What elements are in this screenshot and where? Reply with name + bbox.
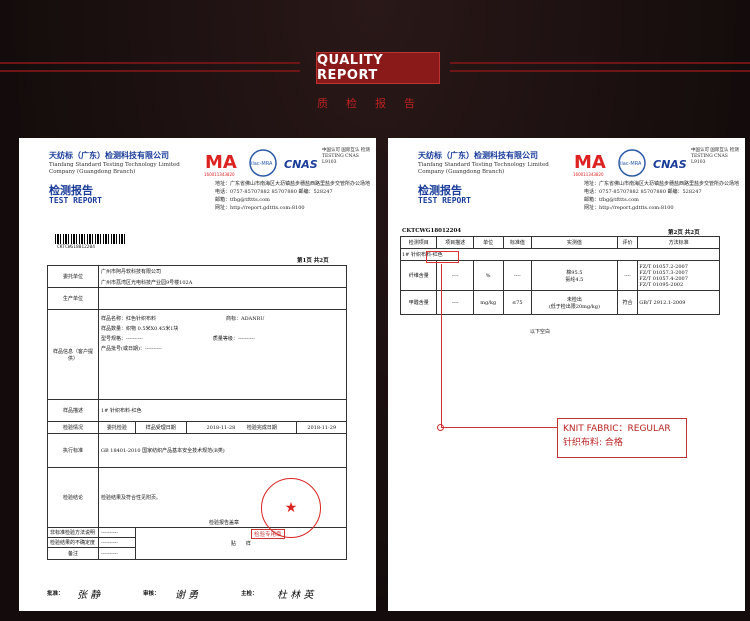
cma-logo: MA 160011343820: [204, 152, 237, 177]
report-number: CKTCWG18012204: [402, 228, 462, 234]
ilac-mra-logo: ilac-MRA: [618, 149, 646, 177]
contact-info: 地址：广东省佛山市南海区大沥镇盐步穗盐西路里盐步交管所办公场地 电话：0757-…: [215, 181, 371, 211]
stamp-label: 检验专用章: [251, 529, 285, 539]
accreditation-text: 中国认可 国际互认 检测 TESTING CNAS L9103: [691, 148, 739, 165]
cnas-logo-text: CNAS: [653, 158, 687, 171]
end-of-data: 以下空白: [530, 329, 551, 335]
header-line: [0, 62, 300, 64]
test-report-page-1: 天纺标（广东）检测科技有限公司 Tianfang Standard Testin…: [19, 138, 376, 611]
callout-line-2: 针织布料: 合格: [563, 438, 623, 448]
highlight-box: [426, 251, 459, 263]
accreditation-text: 中国认可 国际互认 检测 TESTING CNAS L9103: [322, 148, 370, 165]
header-line: [450, 70, 750, 72]
quality-report-banner: QUALITY REPORT: [316, 52, 440, 84]
cma-logo-text: MA: [574, 152, 606, 173]
review-label: 审核：: [143, 591, 160, 597]
company-name-cn: 天纺标（广东）检测科技有限公司: [418, 150, 538, 160]
cnas-logo: CNAS: [284, 158, 318, 171]
col-method: 方法标准: [637, 236, 720, 249]
report-title-en: TEST REPORT: [418, 196, 471, 205]
cnas-logo: CNAS: [653, 158, 687, 171]
barcode: [55, 234, 127, 244]
col-std: 标准值: [502, 236, 533, 249]
report-title-en: TEST REPORT: [49, 196, 102, 205]
ilac-logo-text: ilac-MRA: [620, 161, 642, 167]
col-unit: 单位: [472, 236, 504, 249]
table-row: 纤维含量 ---- % ---- 棉95.5 氨纶4.5 ---- FZ/T 01…: [399, 260, 720, 291]
page-number: 第2页 共2页: [668, 230, 700, 236]
barcode-number: CKTCWG18012204: [57, 245, 95, 250]
result-callout: KNIT FABRIC：REGULAR 针织布料: 合格: [557, 418, 687, 458]
approve-signature: 张 静: [77, 590, 101, 601]
test-label: 主检：: [241, 591, 258, 597]
banner-subtitle: 质检报告: [317, 97, 433, 110]
cnas-logo-text: CNAS: [284, 158, 318, 171]
cma-number: 160011343820: [573, 172, 604, 177]
company-name-en: Tianfang Standard Testing Technology Lim…: [418, 162, 549, 175]
review-signature: 谢 勇: [175, 590, 199, 601]
col-result: 实测值: [531, 236, 618, 249]
callout-dot: [437, 424, 444, 431]
company-name-en: Tianfang Standard Testing Technology Lim…: [49, 162, 180, 175]
contact-info: 地址：广东省佛山市南海区大沥镇盐步穗盐西路里盐步交管所办公场地 电话：0757-…: [584, 181, 740, 211]
callout-line-1: KNIT FABRIC：REGULAR: [563, 424, 671, 434]
col-item: 检测项目: [399, 236, 438, 249]
col-eval: 评价: [616, 236, 639, 249]
header-line: [450, 62, 750, 64]
header-line: [0, 70, 300, 72]
col-desc: 项目描述: [436, 236, 474, 249]
ilac-mra-logo: ilac-MRA: [249, 149, 277, 177]
callout-line: [441, 264, 442, 427]
cma-logo-text: MA: [205, 152, 237, 173]
cma-number: 160011343820: [204, 172, 235, 177]
callout-line: [441, 427, 557, 428]
ilac-logo-text: ilac-MRA: [251, 161, 273, 167]
approve-label: 批准：: [47, 591, 64, 597]
table-row: 甲醛含量 ---- mg/kg ≤75 未检出 (低于检出限20mg/kg) 符合…: [399, 290, 720, 315]
company-name-cn: 天纺标（广东）检测科技有限公司: [49, 150, 169, 160]
test-signature: 杜 林 英: [277, 590, 314, 601]
test-results-table: 检测项目 项目描述 单位 标准值 实测值 评价 方法标准 1# 针织布料-红色 …: [399, 236, 720, 315]
cma-logo: MA 160011343820: [573, 152, 606, 177]
page-number: 第1页 共2页: [297, 258, 329, 264]
